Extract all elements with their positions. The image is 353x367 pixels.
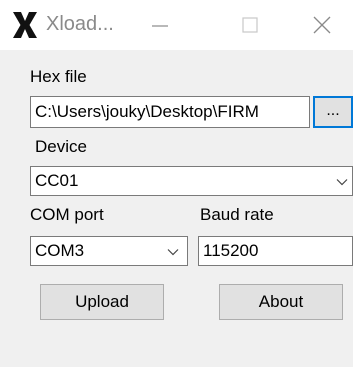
device-label: Device [35,137,87,156]
minimize-icon [152,25,168,27]
maximize-icon [242,17,258,33]
device-selected-value: CC01 [35,171,79,190]
close-button[interactable] [290,0,353,50]
com-port-label: COM port [30,205,104,224]
dialog-body: Hex file C:\Users\jouky\Desktop\FIRM ...… [0,50,353,367]
hex-file-label: Hex file [30,67,87,86]
chevron-down-icon [167,249,179,256]
app-window: Xload... Hex file C:\Users\jouky\Desktop… [0,0,353,367]
baud-rate-field[interactable]: 115200 [198,236,353,266]
com-port-selected-value: COM3 [35,241,85,260]
about-button[interactable]: About [219,284,343,320]
browse-button[interactable]: ... [313,96,353,128]
close-icon [313,16,331,34]
hex-file-path-field[interactable]: C:\Users\jouky\Desktop\FIRM [30,96,310,128]
minimize-button[interactable] [128,0,192,50]
chevron-down-icon [336,179,348,186]
baud-rate-label: Baud rate [200,205,274,224]
window-title: Xload... [46,13,114,35]
x-logo-icon [13,12,37,38]
com-port-dropdown[interactable]: COM3 [30,236,188,266]
device-dropdown[interactable]: CC01 [30,166,353,196]
upload-button[interactable]: Upload [40,284,164,320]
maximize-button[interactable] [218,0,282,50]
title-bar[interactable]: Xload... [0,0,353,50]
